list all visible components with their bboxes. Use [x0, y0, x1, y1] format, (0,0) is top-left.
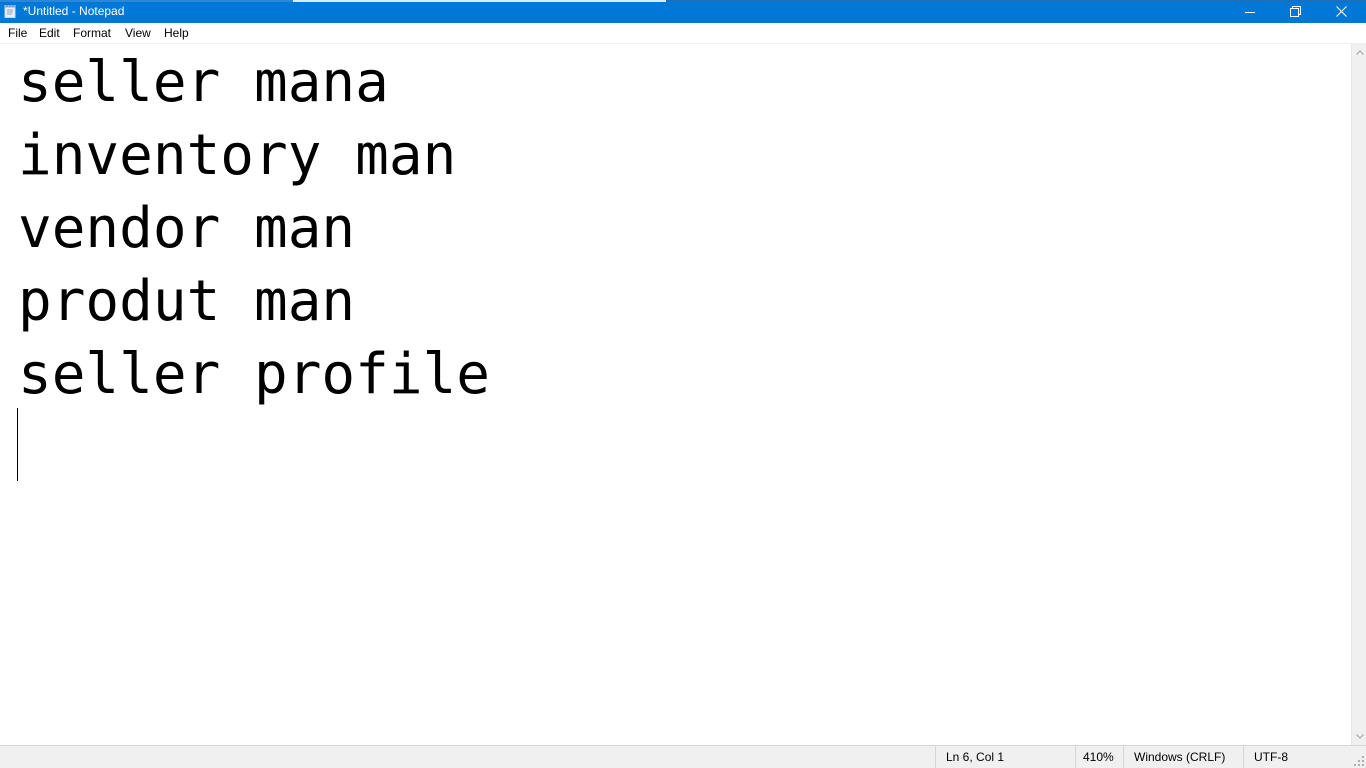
- restore-icon: [1289, 6, 1301, 17]
- close-icon: [1335, 6, 1347, 17]
- text-line-4: produt man: [18, 269, 356, 334]
- minimize-button[interactable]: [1227, 0, 1273, 23]
- status-line-ending: Windows (CRLF): [1123, 746, 1243, 768]
- scroll-down-button[interactable]: [1352, 728, 1366, 745]
- chevron-up-icon: [1355, 50, 1364, 55]
- taskbar-highlight-strip: [0, 0, 1366, 2]
- title-bar[interactable]: *Untitled - Notepad: [0, 0, 1366, 23]
- text-caret: [17, 408, 18, 481]
- menu-format[interactable]: Format: [72, 25, 112, 41]
- scroll-up-button[interactable]: [1352, 44, 1366, 61]
- status-bar: Ln 6, Col 1 410% Windows (CRLF) UTF-8: [0, 745, 1366, 768]
- close-button[interactable]: [1318, 0, 1364, 23]
- text-editor[interactable]: seller mana inventory man vendor man pro…: [0, 44, 1351, 745]
- text-line-5: seller profile: [18, 342, 491, 407]
- text-line-1: seller mana: [18, 50, 389, 115]
- chevron-down-icon: [1355, 734, 1364, 739]
- window-title: *Untitled - Notepad: [23, 4, 125, 18]
- notepad-icon[interactable]: [3, 4, 17, 18]
- status-encoding: UTF-8: [1243, 746, 1366, 768]
- menu-bar: File Edit Format View Help: [0, 23, 1366, 44]
- menu-edit[interactable]: Edit: [38, 25, 61, 41]
- menu-file[interactable]: File: [7, 25, 28, 41]
- menu-view[interactable]: View: [124, 25, 152, 41]
- text-line-2: inventory man: [18, 123, 457, 188]
- text-line-3: vendor man: [18, 196, 356, 261]
- minimize-icon: [1245, 11, 1255, 13]
- status-zoom: 410%: [1075, 746, 1123, 768]
- status-cursor-position: Ln 6, Col 1: [935, 746, 1075, 768]
- resize-grip-icon[interactable]: [1354, 756, 1364, 766]
- vertical-scrollbar[interactable]: [1351, 44, 1366, 745]
- menu-help[interactable]: Help: [163, 25, 190, 41]
- notepad-window: *Untitled - Notepad File Edit Format Vie…: [0, 0, 1366, 768]
- restore-button[interactable]: [1272, 0, 1318, 23]
